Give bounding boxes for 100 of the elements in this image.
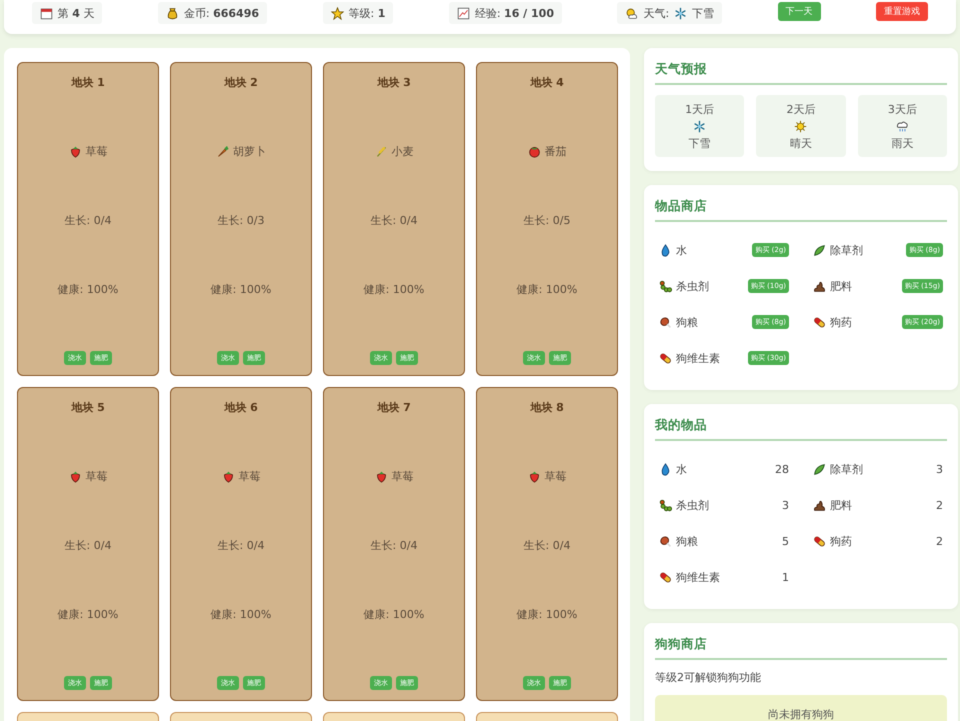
item-count: 3 (936, 462, 943, 476)
plot-title: 地块 5 (71, 400, 105, 415)
sun-cloud-icon (625, 6, 638, 20)
crop-name: 番茄 (544, 144, 566, 159)
rain-cloud-icon (896, 120, 909, 133)
caterpillar-icon (659, 498, 672, 512)
crop-name: 草莓 (86, 144, 108, 159)
health-text: 健康: 100% (210, 282, 272, 297)
health-text: 健康: 100% (364, 607, 424, 622)
strawberry-icon (528, 470, 540, 483)
crop-name: 小麦 (392, 144, 414, 159)
unlock-note: 等级2可解锁狗狗功能 (655, 670, 762, 685)
strawberry-icon (68, 470, 82, 483)
card-title: 物品商店 (655, 196, 947, 222)
item-name: 水 (676, 242, 687, 258)
growth-text: 生长: 0/3 (218, 213, 264, 228)
star-icon (330, 6, 344, 20)
strawberry-icon (68, 145, 82, 158)
poop-icon (813, 498, 826, 512)
weather-label: 天气: (643, 6, 670, 20)
growth-text: 生长: 0/4 (370, 213, 418, 228)
forecast-day: 2天后 (786, 102, 816, 117)
plot-title: 地块 8 (530, 400, 564, 415)
item-name: 狗药 (830, 534, 852, 548)
forecast-weather: 晴天 (790, 136, 812, 151)
water-drop-icon (659, 244, 672, 256)
carrot-icon (216, 145, 229, 158)
card-title: 天气预报 (655, 59, 947, 85)
day-counter: 第 4 天 (58, 6, 94, 20)
sun-icon (794, 120, 808, 133)
item-name: 狗粮 (676, 314, 698, 330)
chart-icon (456, 6, 470, 20)
growth-text: 生长: 0/4 (524, 538, 570, 553)
item-name: 肥料 (830, 278, 852, 294)
pill-icon (659, 570, 672, 584)
poop-icon (813, 280, 826, 292)
item-count: 1 (782, 570, 789, 584)
card-title: 狗狗商店 (655, 634, 947, 660)
growth-text: 生长: 0/5 (524, 213, 570, 228)
health-text: 健康: 100% (364, 282, 424, 297)
plot-title: 地块 6 (224, 400, 258, 415)
item-name: 狗粮 (676, 534, 698, 548)
crop-name: 草莓 (238, 469, 260, 484)
health-text: 健康: 100% (58, 282, 118, 297)
no-dog-message: 尚未拥有狗狗 (655, 695, 947, 721)
money-bag-icon (166, 6, 179, 20)
plot-title: 地块 4 (530, 75, 564, 90)
health-text: 健康: 100% (210, 607, 272, 622)
reset-game-button[interactable]: 重置游戏 (876, 2, 928, 21)
crop-name: 胡萝卜 (233, 144, 266, 159)
crop-name: 草莓 (86, 469, 108, 484)
crop-name: 草莓 (392, 469, 414, 484)
health-text: 健康: 100% (58, 607, 118, 622)
next-day-button[interactable]: 下一天 (778, 2, 821, 21)
pill-icon (659, 352, 672, 364)
growth-text: 生长: 0/4 (370, 538, 418, 553)
item-name: 除草剂 (830, 242, 863, 258)
health-text: 健康: 100% (516, 607, 578, 622)
item-count: 2 (936, 534, 943, 548)
exp-text: 经验: 16 / 100 (474, 6, 554, 20)
forecast-weather: 下雪 (688, 136, 711, 151)
plot-title: 地块 2 (224, 75, 258, 90)
leaf-icon (813, 462, 826, 476)
calendar-icon (40, 6, 53, 20)
item-name: 水 (676, 462, 687, 476)
caterpillar-icon (659, 280, 672, 292)
item-name: 狗维生素 (676, 570, 720, 584)
item-name: 肥料 (830, 498, 852, 512)
strawberry-icon (222, 470, 234, 483)
meat-icon (659, 534, 672, 548)
item-name: 杀虫剂 (676, 498, 709, 512)
weather-text: 下雪 (692, 6, 714, 20)
snowflake-icon (674, 6, 688, 20)
card-title: 我的物品 (655, 415, 947, 441)
level-text: 等级: 1 (348, 6, 386, 20)
pill-icon (813, 316, 826, 328)
snowflake-icon (693, 120, 706, 133)
water-drop-icon (659, 462, 672, 476)
plot-title: 地块 7 (377, 400, 411, 415)
growth-text: 生长: 0/4 (64, 213, 112, 228)
forecast-day: 3天后 (888, 102, 917, 117)
wheat-icon (374, 145, 388, 158)
tomato-icon (528, 145, 540, 158)
item-count: 3 (782, 498, 789, 512)
growth-text: 生长: 0/4 (64, 538, 112, 553)
item-name: 杀虫剂 (676, 278, 709, 294)
pill-icon (813, 534, 826, 548)
crop-name: 草莓 (544, 469, 566, 484)
item-count: 2 (936, 498, 943, 512)
plot-title: 地块 1 (71, 75, 105, 90)
strawberry-icon (374, 470, 388, 483)
item-name: 除草剂 (830, 462, 863, 476)
forecast-day: 1天后 (685, 102, 714, 117)
plot-title: 地块 3 (377, 75, 411, 90)
health-text: 健康: 100% (516, 282, 578, 297)
growth-text: 生长: 0/4 (218, 538, 264, 553)
leaf-icon (813, 244, 826, 256)
coin-amount: 金币: 666496 (184, 6, 260, 20)
forecast-weather: 雨天 (891, 136, 914, 151)
meat-icon (659, 316, 672, 328)
